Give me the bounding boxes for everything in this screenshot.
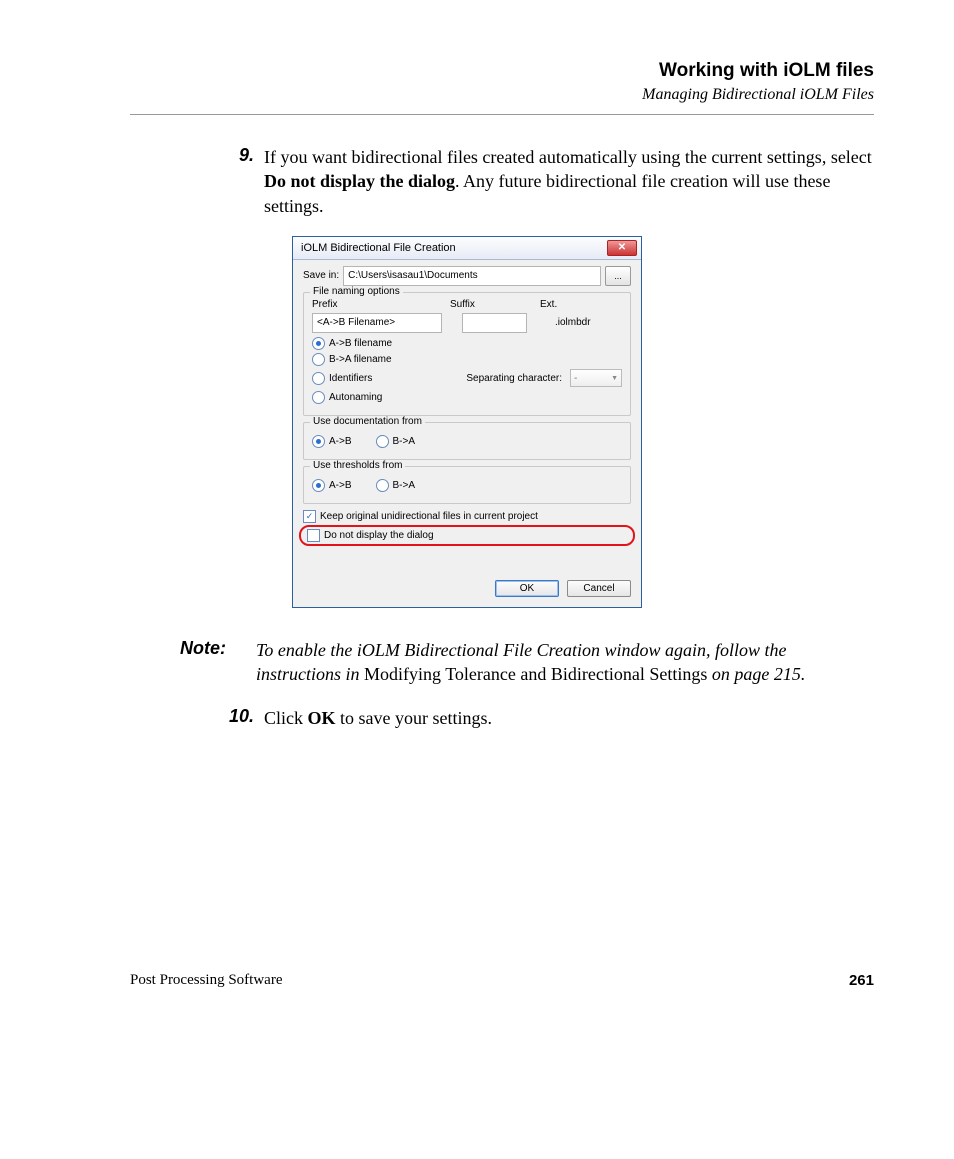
- separating-char-label: Separating character:: [466, 373, 562, 384]
- step9-bold: Do not display the dialog: [264, 171, 455, 191]
- separating-char-select[interactable]: - ▼: [570, 369, 622, 387]
- radio-icon: [312, 372, 325, 385]
- file-naming-legend: File naming options: [310, 286, 403, 297]
- chapter-title: Working with iOLM files: [130, 60, 874, 82]
- chevron-down-icon: ▼: [611, 375, 618, 382]
- radio-label: Identifiers: [329, 373, 372, 384]
- checkbox-icon: [303, 510, 316, 523]
- col-prefix-label: Prefix: [312, 299, 450, 310]
- radio-icon: [312, 353, 325, 366]
- radio-label: B->A filename: [329, 354, 392, 365]
- do-not-display-label: Do not display the dialog: [324, 530, 434, 541]
- browse-button[interactable]: ...: [605, 266, 631, 286]
- save-in-label: Save in:: [303, 270, 339, 281]
- file-naming-group: File naming options Prefix Suffix Ext. .…: [303, 292, 631, 416]
- keep-original-label: Keep original unidirectional files in cu…: [320, 511, 538, 522]
- keep-original-checkbox[interactable]: Keep original unidirectional files in cu…: [303, 510, 631, 523]
- radio-icon: [312, 479, 325, 492]
- sep-value: -: [574, 373, 577, 384]
- checkbox-icon[interactable]: [307, 529, 320, 542]
- step10-bold: OK: [308, 708, 336, 728]
- radio-icon: [312, 391, 325, 404]
- thr-radio-ba[interactable]: B->A: [376, 479, 416, 492]
- step-text: If you want bidirectional files created …: [264, 145, 874, 218]
- step-number: 9.: [220, 145, 264, 218]
- page-header: Working with iOLM files Managing Bidirec…: [130, 60, 874, 104]
- col-ext-label: Ext.: [540, 299, 557, 310]
- use-thresholds-legend: Use thresholds from: [310, 460, 405, 471]
- cancel-button[interactable]: Cancel: [567, 580, 631, 597]
- radio-label: A->B: [329, 480, 352, 491]
- ext-value: .iolmbdr: [555, 317, 591, 328]
- suffix-input[interactable]: [462, 313, 527, 333]
- step-10: 10. Click OK to save your settings.: [220, 706, 874, 730]
- close-icon[interactable]: ✕: [607, 240, 637, 256]
- note-body: To enable the iOLM Bidirectional File Cr…: [250, 638, 874, 687]
- radio-label: B->A: [393, 436, 416, 447]
- step-9: 9. If you want bidirectional files creat…: [220, 145, 874, 218]
- step-number: 10.: [220, 706, 264, 730]
- do-not-display-highlight: Do not display the dialog: [299, 525, 635, 546]
- radio-ba-filename[interactable]: B->A filename: [312, 353, 622, 366]
- step-text: Click OK to save your settings.: [264, 706, 492, 730]
- use-documentation-group: Use documentation from A->B B->A: [303, 422, 631, 460]
- radio-label: A->B filename: [329, 338, 392, 349]
- radio-label: B->A: [393, 480, 416, 491]
- note-roman: Modifying Tolerance and Bidirectional Se…: [364, 664, 707, 684]
- note-block: Note: To enable the iOLM Bidirectional F…: [180, 638, 874, 687]
- step10-post: to save your settings.: [336, 708, 492, 728]
- radio-icon: [312, 337, 325, 350]
- step9-pre: If you want bidirectional files created …: [264, 147, 872, 167]
- save-path-input[interactable]: [343, 266, 601, 286]
- use-thresholds-group: Use thresholds from A->B B->A: [303, 466, 631, 504]
- thr-radio-ab[interactable]: A->B: [312, 479, 352, 492]
- page-number: 261: [849, 972, 874, 989]
- header-divider: [130, 114, 874, 115]
- radio-label: Autonaming: [329, 392, 382, 403]
- doc-radio-ab[interactable]: A->B: [312, 435, 352, 448]
- ok-button[interactable]: OK: [495, 580, 559, 597]
- col-suffix-label: Suffix: [450, 299, 540, 310]
- use-documentation-legend: Use documentation from: [310, 416, 425, 427]
- radio-ab-filename[interactable]: A->B filename: [312, 337, 622, 350]
- dialog-title-text: iOLM Bidirectional File Creation: [301, 242, 456, 254]
- radio-icon: [376, 435, 389, 448]
- radio-icon: [376, 479, 389, 492]
- radio-identifiers[interactable]: Identifiers: [312, 372, 372, 385]
- step10-pre: Click: [264, 708, 308, 728]
- prefix-input[interactable]: [312, 313, 442, 333]
- radio-label: A->B: [329, 436, 352, 447]
- product-name: Post Processing Software: [130, 972, 283, 989]
- page-footer: Post Processing Software 261: [130, 972, 874, 989]
- dialog-screenshot: iOLM Bidirectional File Creation ✕ Save …: [292, 236, 642, 608]
- note-post: on page 215.: [707, 664, 805, 684]
- note-label: Note:: [180, 638, 250, 687]
- section-subtitle: Managing Bidirectional iOLM Files: [130, 86, 874, 104]
- dialog-titlebar: iOLM Bidirectional File Creation ✕: [293, 237, 641, 260]
- radio-autonaming[interactable]: Autonaming: [312, 391, 622, 404]
- radio-icon: [312, 435, 325, 448]
- doc-radio-ba[interactable]: B->A: [376, 435, 416, 448]
